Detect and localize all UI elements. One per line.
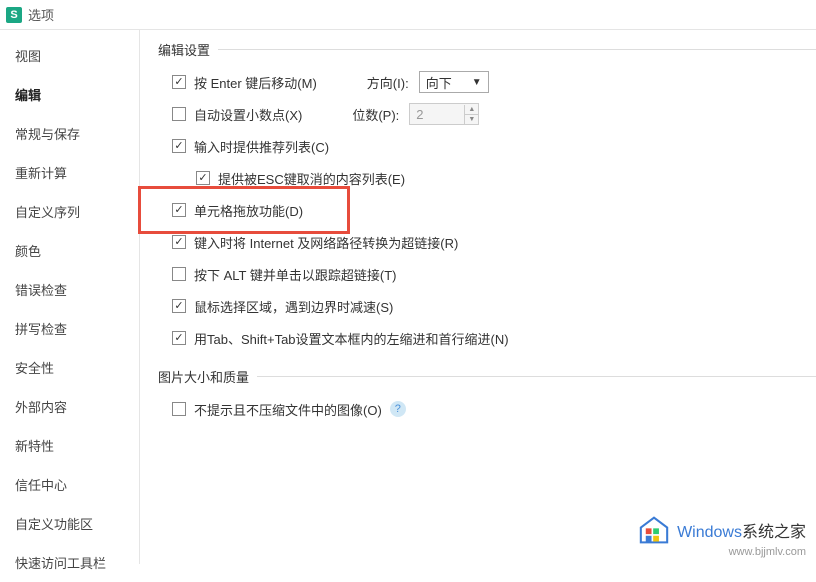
label-esc-list: 提供被ESC键取消的内容列表(E) [218,169,405,188]
sidebar-item-10[interactable]: 新特性 [0,426,139,465]
row-url-link: 键入时将 Internet 及网络路径转换为超链接(R) [172,231,816,253]
checkbox-url-link[interactable] [172,235,186,249]
select-direction-value: 向下 [426,73,452,92]
label-direction: 方向(I): [367,73,409,92]
checkbox-drag-drop[interactable] [172,203,186,217]
spinner-down-icon[interactable]: ▼ [465,115,478,124]
checkbox-no-compress[interactable] [172,402,186,416]
watermark-logo-icon [637,516,671,544]
app-icon: S [6,7,22,23]
sidebar-item-11[interactable]: 信任中心 [0,465,139,504]
select-direction[interactable]: 向下 ▼ [419,71,489,93]
section-title-label: 图片大小和质量 [158,367,249,386]
checkbox-tab-indent[interactable] [172,331,186,345]
spinner-digits-value: 2 [410,107,464,122]
row-suggest-list: 输入时提供推荐列表(C) [172,135,816,157]
label-suggest-list: 输入时提供推荐列表(C) [194,137,329,156]
sidebar-item-13[interactable]: 快速访问工具栏 [0,543,139,582]
row-drag-drop: 单元格拖放功能(D) [172,199,816,221]
label-no-compress: 不提示且不压缩文件中的图像(O) [194,400,382,419]
checkbox-enter-move[interactable] [172,75,186,89]
content-area: 视图编辑常规与保存重新计算自定义序列颜色错误检查拼写检查安全性外部内容新特性信任… [0,30,816,564]
checkbox-auto-decimal[interactable] [172,107,186,121]
checkbox-suggest-list[interactable] [172,139,186,153]
sidebar-item-0[interactable]: 视图 [0,36,139,75]
watermark-brand: Windows系统之家 [677,518,806,542]
watermark: Windows系统之家 www.bjjmlv.com [637,516,806,558]
section-image-quality: 图片大小和质量 [158,367,816,386]
row-no-compress: 不提示且不压缩文件中的图像(O) ? [172,398,816,420]
sidebar-item-3[interactable]: 重新计算 [0,153,139,192]
label-mouse-select: 鼠标选择区域，遇到边界时减速(S) [194,297,393,316]
help-icon[interactable]: ? [390,401,406,417]
row-auto-decimal: 自动设置小数点(X) 位数(P): 2 ▲ ▼ [172,103,816,125]
sidebar-item-7[interactable]: 拼写检查 [0,309,139,348]
row-enter-move: 按 Enter 键后移动(M) 方向(I): 向下 ▼ [172,71,816,93]
sidebar-item-2[interactable]: 常规与保存 [0,114,139,153]
image-quality-block: 不提示且不压缩文件中的图像(O) ? [158,398,816,420]
main-panel: 编辑设置 按 Enter 键后移动(M) 方向(I): 向下 ▼ 自动设置小数点… [140,29,816,564]
label-url-link: 键入时将 Internet 及网络路径转换为超链接(R) [194,233,458,252]
edit-settings-block: 按 Enter 键后移动(M) 方向(I): 向下 ▼ 自动设置小数点(X) 位… [158,71,816,349]
sidebar-item-9[interactable]: 外部内容 [0,387,139,426]
row-tab-indent: 用Tab、Shift+Tab设置文本框内的左缩进和首行缩进(N) [172,327,816,349]
label-auto-decimal: 自动设置小数点(X) [194,105,302,124]
sidebar-item-6[interactable]: 错误检查 [0,270,139,309]
row-esc-list: 提供被ESC键取消的内容列表(E) [172,167,816,189]
sidebar-item-8[interactable]: 安全性 [0,348,139,387]
label-drag-drop: 单元格拖放功能(D) [194,201,303,220]
row-mouse-select: 鼠标选择区域，遇到边界时减速(S) [172,295,816,317]
checkbox-esc-list[interactable] [196,171,210,185]
chevron-down-icon: ▼ [472,77,482,88]
sidebar-item-1[interactable]: 编辑 [0,75,139,114]
checkbox-alt-click[interactable] [172,267,186,281]
sidebar-item-4[interactable]: 自定义序列 [0,192,139,231]
label-digits: 位数(P): [352,105,399,124]
window-title: 选项 [28,5,54,24]
checkbox-mouse-select[interactable] [172,299,186,313]
watermark-brand-suffix: 系统之家 [742,524,806,541]
section-title-label: 编辑设置 [158,40,210,59]
spinner-up-icon[interactable]: ▲ [465,105,478,115]
window-header: S 选项 [0,0,816,30]
label-enter-move: 按 Enter 键后移动(M) [194,73,317,92]
section-edit-settings: 编辑设置 [158,40,816,59]
row-alt-click: 按下 ALT 键并单击以跟踪超链接(T) [172,263,816,285]
watermark-url: www.bjjmlv.com [729,546,806,558]
sidebar: 视图编辑常规与保存重新计算自定义序列颜色错误检查拼写检查安全性外部内容新特性信任… [0,30,140,564]
sidebar-item-12[interactable]: 自定义功能区 [0,504,139,543]
sidebar-item-5[interactable]: 颜色 [0,231,139,270]
spinner-digits[interactable]: 2 ▲ ▼ [409,103,479,125]
label-alt-click: 按下 ALT 键并单击以跟踪超链接(T) [194,265,396,284]
watermark-brand-name: Windows [677,524,742,541]
label-tab-indent: 用Tab、Shift+Tab设置文本框内的左缩进和首行缩进(N) [194,329,509,348]
